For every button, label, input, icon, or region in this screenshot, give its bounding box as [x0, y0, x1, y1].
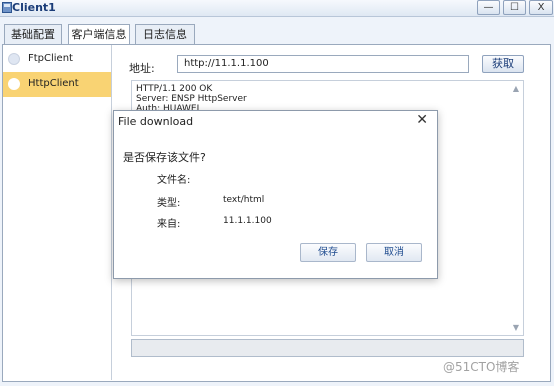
scroll-down-arrow-icon[interactable]: ▼: [513, 323, 519, 332]
scroll-up-arrow-icon[interactable]: ▲: [513, 84, 519, 93]
minimize-button[interactable]: —: [477, 0, 500, 15]
radio-icon: [8, 78, 20, 90]
radio-icon: [8, 53, 20, 65]
response-line: HTTP/1.1 200 OK: [136, 84, 213, 94]
window-title: Client1: [12, 1, 56, 14]
client-sidebar: FtpClient HttpClient: [3, 45, 112, 380]
address-label: 地址:: [129, 62, 155, 75]
sidebar-item-label: HttpClient: [28, 78, 79, 89]
sidebar-item-ftpclient[interactable]: FtpClient: [3, 47, 111, 72]
status-bar: [131, 339, 524, 357]
dialog-title: File download: [118, 115, 194, 128]
fetch-button[interactable]: 获取: [482, 55, 524, 73]
save-button[interactable]: 保存: [300, 243, 356, 262]
type-label: 类型:: [157, 198, 181, 209]
cancel-button[interactable]: 取消: [366, 243, 422, 262]
response-line: Server: ENSP HttpServer: [136, 94, 247, 104]
maximize-button[interactable]: ☐: [503, 0, 526, 15]
app-window-icon: [2, 2, 12, 13]
close-icon[interactable]: ✕: [416, 112, 428, 128]
save-question: 是否保存该文件?: [123, 151, 206, 164]
tab-bar: 基础配置 客户端信息 日志信息: [0, 24, 554, 45]
filename-label: 文件名:: [157, 175, 191, 186]
type-value: text/html: [223, 195, 265, 205]
from-value: 11.1.1.100: [223, 216, 272, 226]
tab-client-info[interactable]: 客户端信息: [68, 24, 130, 45]
tab-basic-config[interactable]: 基础配置: [4, 24, 62, 44]
sidebar-item-label: FtpClient: [28, 53, 73, 64]
watermark: @51CTO博客: [443, 360, 520, 374]
address-input[interactable]: http://11.1.1.100: [177, 55, 469, 73]
title-bar: Client1 — ☐ X: [0, 0, 554, 17]
file-download-dialog: File download ✕ 是否保存该文件? 文件名: 类型: text/h…: [113, 110, 438, 279]
from-label: 来自:: [157, 219, 181, 230]
sidebar-item-httpclient[interactable]: HttpClient: [3, 72, 111, 97]
close-button[interactable]: X: [529, 0, 553, 15]
tab-log-info[interactable]: 日志信息: [135, 24, 195, 44]
